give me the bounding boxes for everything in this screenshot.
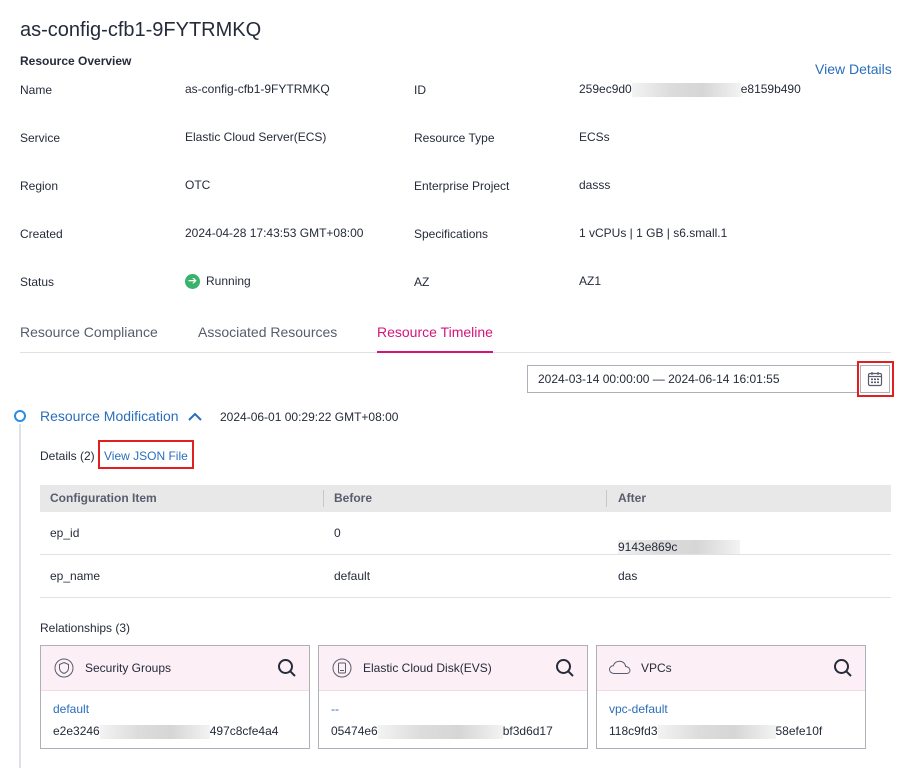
id-suffix: bf3d6d17 [502, 724, 553, 738]
search-icon[interactable] [833, 658, 853, 678]
enterprise-project-value: dasss [579, 178, 611, 192]
relationship-card-vpcs: VPCs vpc-default 118c9fd3 58efe10f [596, 645, 866, 749]
name-label: Name [20, 83, 53, 97]
card-resource-id: 05474e6 bf3d6d17 [331, 724, 553, 739]
disk-icon [332, 658, 352, 678]
relationship-card-evs: Elastic Cloud Disk(EVS) -- 05474e6 bf3d6d… [318, 645, 588, 749]
specifications-value: 1 vCPUs | 1 GB | s6.small.1 [579, 226, 728, 240]
timeline-line [19, 424, 21, 768]
id-suffix: 58efe10f [775, 724, 823, 738]
search-icon[interactable] [277, 658, 297, 678]
status-text: Running [206, 274, 251, 288]
view-details-link[interactable]: View Details [815, 61, 892, 77]
status-value: ➔ Running [185, 274, 251, 290]
cell-item: ep_id [50, 526, 80, 540]
timeline-node-icon [14, 410, 26, 422]
column-divider [606, 490, 607, 507]
details-label: Details (2) [40, 449, 95, 463]
cloud-icon [608, 660, 631, 674]
card-resource-id: 118c9fd3 58efe10f [609, 724, 822, 739]
redaction-mask [657, 724, 776, 739]
configuration-table: Configuration Item Before After ep_id 0 … [40, 485, 891, 598]
column-header-before: Before [334, 491, 373, 505]
id-label: ID [414, 83, 426, 97]
table-header: Configuration Item Before After [40, 485, 891, 512]
card-title: Security Groups [85, 661, 172, 675]
redaction-mask [99, 724, 210, 739]
resource-modification-toggle[interactable]: Resource Modification [40, 408, 203, 424]
table-row: ep_id 0 9a7b4119143e869c [40, 512, 891, 555]
event-time: 2024-06-01 00:29:22 GMT+08:00 [220, 410, 399, 424]
json-link-highlight-box [98, 440, 194, 469]
card-resource-link[interactable]: default [53, 702, 89, 716]
table-row: ep_name default das [40, 555, 891, 598]
card-title: Elastic Cloud Disk(EVS) [363, 661, 492, 675]
az-label: AZ [414, 275, 430, 289]
section-title: Resource Overview [20, 54, 132, 68]
specifications-label: Specifications [414, 227, 489, 241]
card-resource-link[interactable]: -- [331, 702, 339, 716]
id-suffix: 497c8cfe4a4 [209, 724, 279, 738]
column-divider [323, 490, 324, 507]
running-status-icon: ➔ [185, 274, 200, 290]
region-value: OTC [185, 178, 211, 192]
date-range-input[interactable]: 2024-03-14 00:00:00 — 2024-06-14 16:01:5… [527, 365, 858, 393]
resource-type-label: Resource Type [414, 131, 495, 145]
card-title: VPCs [641, 661, 672, 675]
active-tab-indicator [377, 351, 493, 353]
created-label: Created [20, 227, 63, 241]
relationship-card-security-groups: Security Groups default e2e3246 497c8cfe4… [40, 645, 310, 749]
card-resource-link[interactable]: vpc-default [609, 702, 668, 716]
id-prefix: 05474e6 [331, 724, 378, 738]
tab-bar: Resource Compliance Associated Resources… [20, 320, 891, 353]
card-resource-id: e2e3246 497c8cfe4a4 [53, 724, 278, 739]
redaction-mask [631, 82, 741, 97]
shield-icon [54, 658, 74, 678]
column-header-after: After [618, 491, 647, 505]
cell-before: default [334, 569, 371, 583]
column-header-configuration-item: Configuration Item [50, 491, 157, 505]
created-value: 2024-04-28 17:43:53 GMT+08:00 [185, 226, 364, 240]
cell-after: das [618, 569, 638, 583]
relationships-label: Relationships (3) [40, 621, 131, 635]
region-label: Region [20, 179, 59, 193]
id-value: 259ec9d0 e8159b490 [579, 82, 801, 97]
redaction-mask [377, 724, 503, 739]
id-suffix: e8159b490 [740, 82, 801, 96]
id-prefix: e2e3246 [53, 724, 100, 738]
calendar-highlight-box [857, 361, 894, 397]
id-prefix: 259ec9d0 [579, 82, 632, 96]
tab-resource-timeline[interactable]: Resource Timeline [377, 324, 493, 340]
cell-item: ep_name [50, 569, 101, 583]
service-label: Service [20, 131, 61, 145]
service-value: Elastic Cloud Server(ECS) [185, 130, 327, 144]
enterprise-project-label: Enterprise Project [414, 179, 510, 193]
resource-type-value: ECSs [579, 130, 610, 144]
id-prefix: 118c9fd3 [609, 724, 658, 738]
tab-associated-resources[interactable]: Associated Resources [198, 324, 337, 340]
name-value: as-config-cfb1-9FYTRMKQ [185, 82, 330, 96]
chevron-up-icon [188, 412, 203, 422]
event-title: Resource Modification [40, 408, 179, 424]
tab-resource-compliance[interactable]: Resource Compliance [20, 324, 158, 340]
page-title: as-config-cfb1-9FYTRMKQ [20, 19, 262, 41]
cell-before: 0 [334, 526, 341, 540]
status-label: Status [20, 275, 55, 289]
after-suffix: 9143e869c [618, 540, 678, 554]
az-value: AZ1 [579, 274, 602, 288]
search-icon[interactable] [555, 658, 575, 678]
